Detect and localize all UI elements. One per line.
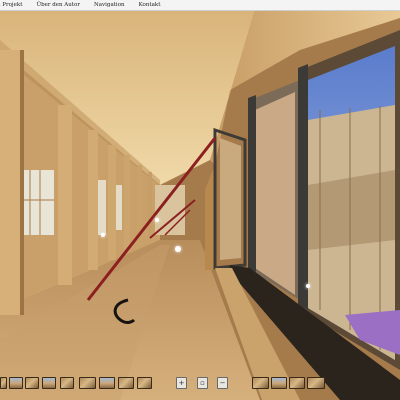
panorama-image	[0, 10, 400, 400]
top-menu-bar: n Projekt Über den Autor Navigation Kont…	[0, 0, 400, 11]
scene-thumbnail[interactable]	[307, 377, 325, 389]
menu-item-about-author[interactable]: Über den Autor	[29, 0, 87, 10]
scene-thumbnail[interactable]	[60, 377, 74, 389]
menu-item-contact[interactable]: Kontakt	[132, 0, 168, 10]
zoom-in-button[interactable]: +	[176, 377, 187, 389]
zoom-out-button[interactable]: −	[217, 377, 228, 389]
scene-thumbnail[interactable]	[289, 377, 305, 389]
scene-thumbnail[interactable]	[118, 377, 134, 389]
scene-thumbnail[interactable]	[99, 377, 115, 389]
scene-thumbnail[interactable]	[137, 377, 152, 389]
hotspot-window[interactable]	[306, 284, 310, 288]
scene-thumbnail[interactable]	[79, 377, 96, 389]
scene-thumbnail[interactable]	[0, 377, 7, 389]
menu-item-project[interactable]: n Projekt	[0, 0, 29, 10]
scene-thumbnail[interactable]	[42, 377, 56, 389]
plus-icon: +	[178, 379, 185, 387]
scene-thumbnail[interactable]	[252, 377, 269, 389]
menu-item-navigation[interactable]: Navigation	[87, 0, 132, 10]
scene-thumbnail[interactable]	[9, 377, 23, 389]
panorama-viewer[interactable]	[0, 10, 400, 400]
minus-icon: −	[219, 379, 226, 387]
fullscreen-button[interactable]: ▫	[197, 377, 208, 389]
scene-thumbnail[interactable]	[271, 377, 287, 389]
scene-thumbnail[interactable]	[25, 377, 39, 389]
hotspot-corridor[interactable]	[175, 246, 181, 252]
panorama-toolbar: + ▫ −	[0, 377, 400, 391]
hotspot-end[interactable]	[155, 218, 159, 222]
fullscreen-icon: ▫	[200, 379, 205, 387]
hotspot-left[interactable]	[101, 233, 105, 237]
